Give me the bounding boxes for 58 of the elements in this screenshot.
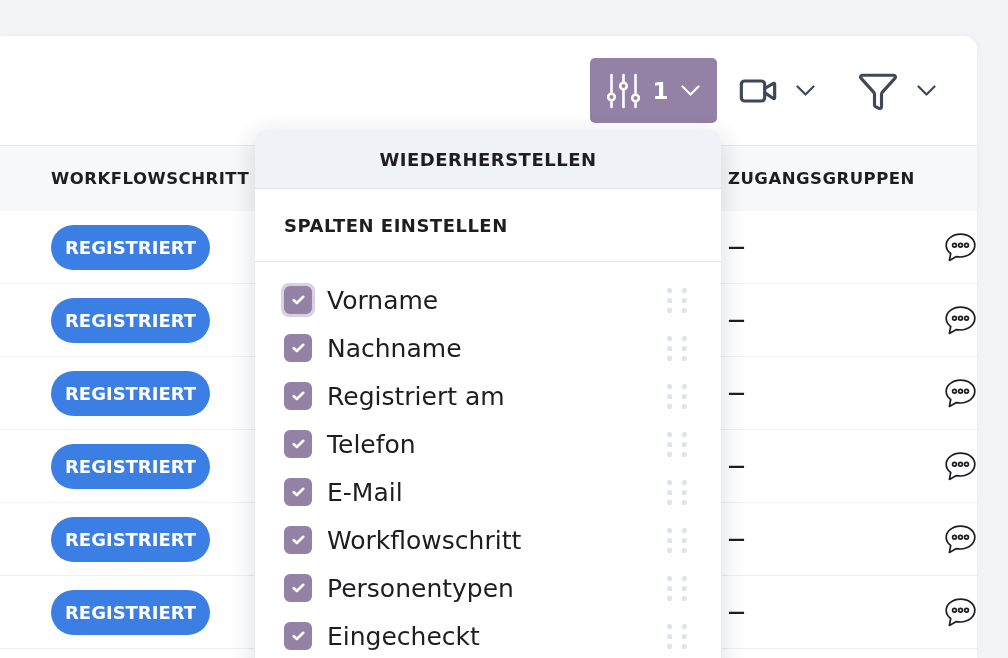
sliders-icon (607, 72, 641, 109)
drag-handle-icon[interactable] (667, 623, 687, 649)
status-badge: REGISTRIERT (51, 224, 211, 270)
column-label: Personentypen (327, 573, 515, 603)
status-badge: REGISTRIERT (51, 516, 211, 562)
column-checkbox[interactable] (284, 526, 312, 554)
drag-handle-icon[interactable] (667, 335, 687, 361)
access-groups-value: — (728, 383, 745, 403)
check-icon (291, 391, 305, 401)
column-label: Vorname (327, 285, 440, 315)
speech-bubble-icon[interactable] (945, 451, 976, 481)
check-icon (291, 295, 305, 305)
column-label: Nachname (327, 333, 463, 363)
drag-handle-icon[interactable] (667, 287, 687, 313)
column-label: Workflowschritt (327, 525, 523, 555)
column-label: Eingecheckt (327, 621, 481, 651)
column-checkbox[interactable] (284, 478, 312, 506)
check-icon (291, 631, 305, 641)
column-label: Registriert am (327, 381, 506, 411)
column-label: Telefon (327, 429, 417, 459)
column-checkbox[interactable] (284, 622, 312, 650)
chevron-down-icon (917, 85, 936, 96)
column-header: WORKFLOWSCHRITT (51, 169, 250, 188)
column-header: ZUGANGSGRUPPEN (728, 169, 915, 188)
speech-bubble-icon[interactable] (945, 305, 976, 335)
check-icon (291, 487, 305, 497)
speech-bubble-icon[interactable] (945, 524, 976, 554)
speech-bubble-icon[interactable] (945, 378, 976, 408)
column-checkbox[interactable] (284, 382, 312, 410)
drag-handle-icon[interactable] (667, 383, 687, 409)
menu-heading: SPALTEN EINSTELLEN (284, 214, 508, 236)
status-badge: REGISTRIERT (51, 297, 211, 343)
check-icon (291, 343, 305, 353)
column-checkbox[interactable] (284, 430, 312, 458)
check-icon (291, 439, 305, 449)
columns-button[interactable]: 1 (590, 58, 717, 123)
status-badge: REGISTRIERT (51, 443, 211, 489)
drag-handle-icon[interactable] (667, 527, 687, 553)
status-badge: REGISTRIERT (51, 589, 211, 635)
access-groups-value: — (728, 310, 745, 330)
column-checkbox[interactable] (284, 574, 312, 602)
access-groups-value: — (728, 237, 745, 257)
access-groups-value: — (728, 529, 745, 549)
speech-bubble-icon[interactable] (945, 232, 976, 262)
status-badge: REGISTRIERT (51, 370, 211, 416)
column-checkbox[interactable] (284, 334, 312, 362)
check-icon (291, 583, 305, 593)
reset-button[interactable]: WIEDERHERSTELLEN (255, 130, 721, 189)
column-label: E-Mail (327, 477, 404, 507)
drag-handle-icon[interactable] (667, 575, 687, 601)
access-groups-value: — (728, 456, 745, 476)
access-groups-value: — (728, 602, 745, 622)
chevron-down-icon (680, 85, 700, 96)
drag-handle-icon[interactable] (667, 479, 687, 505)
drag-handle-icon[interactable] (667, 431, 687, 457)
speech-bubble-icon[interactable] (945, 597, 976, 627)
check-icon (291, 535, 305, 545)
chevron-down-icon (796, 85, 815, 96)
